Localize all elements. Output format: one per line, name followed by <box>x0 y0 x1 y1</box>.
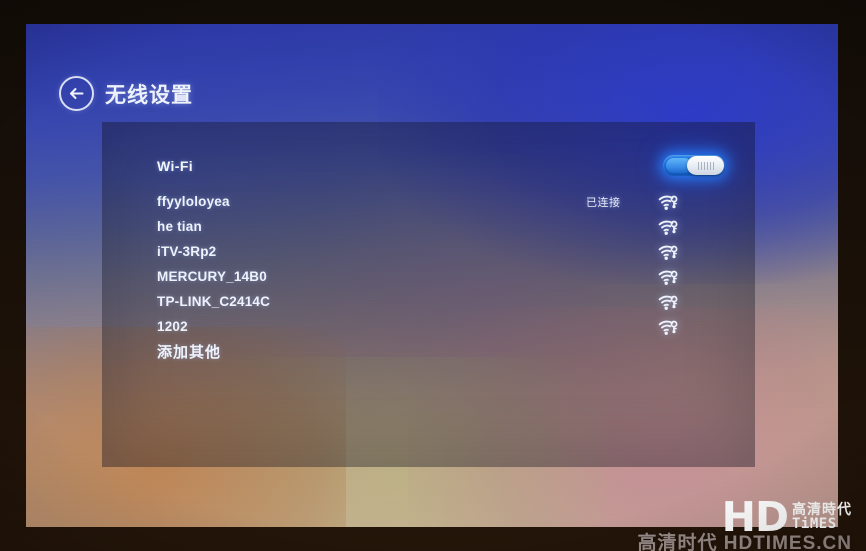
wifi-connection-status: 已连接 <box>586 196 621 209</box>
wifi-network-ssid: 添加其他 <box>157 344 222 361</box>
wifi-network-row[interactable]: he tian <box>157 214 725 239</box>
settings-panel: Wi-Fi ffyyloloyea 已连接 he tian iTV-3Rp2 MERCU… <box>102 122 755 467</box>
watermark-chinese-text: 高清時代 <box>792 500 852 517</box>
wifi-label: Wi-Fi <box>157 157 194 174</box>
wifi-network-row[interactable]: ffyyloloyea 已连接 <box>157 189 725 214</box>
wifi-lock-icon <box>657 243 679 261</box>
knob-grip-line <box>700 161 702 170</box>
wifi-lock-icon <box>657 318 679 336</box>
wifi-lock-icon <box>657 268 679 286</box>
page-header: 无线设置 <box>59 76 193 111</box>
back-arrow-icon <box>68 86 85 101</box>
wifi-network-ssid: he tian <box>157 219 202 234</box>
wifi-network-row[interactable]: iTV-3Rp2 <box>157 239 725 264</box>
wifi-network-row[interactable]: 添加其他 <box>157 339 725 364</box>
wifi-network-ssid: TP-LINK_C2414C <box>157 294 271 309</box>
wifi-header-row: Wi-Fi <box>157 155 725 176</box>
wifi-toggle-switch[interactable] <box>663 155 725 176</box>
wifi-network-ssid: ffyyloloyea <box>157 194 230 209</box>
wifi-lock-icon <box>657 293 679 311</box>
wifi-network-ssid: 1202 <box>157 319 188 334</box>
wifi-network-list: ffyyloloyea 已连接 he tian iTV-3Rp2 MERCURY_14B… <box>157 189 725 364</box>
wifi-lock-icon <box>657 193 679 211</box>
wifi-network-ssid: MERCURY_14B0 <box>157 269 267 284</box>
knob-grip-line <box>706 161 708 170</box>
wifi-network-ssid: iTV-3Rp2 <box>157 244 217 259</box>
watermark-footer-text: 高清时代 HDTIMES.CN <box>637 533 852 551</box>
wifi-lock-icon <box>657 218 679 236</box>
wifi-toggle-knob <box>687 156 724 175</box>
knob-grip-line <box>712 161 714 170</box>
knob-grip-line <box>703 161 705 170</box>
wifi-network-row[interactable]: MERCURY_14B0 <box>157 264 725 289</box>
projector-photo-screenshot: 无线设置 Wi-Fi ffyyloloyea 已连接 he tian iTV-3… <box>0 0 866 551</box>
knob-grip-line <box>697 161 699 170</box>
wifi-network-row[interactable]: TP-LINK_C2414C <box>157 289 725 314</box>
knob-grip-line <box>709 161 711 170</box>
wifi-network-row[interactable]: 1202 <box>157 314 725 339</box>
back-button[interactable] <box>59 76 94 111</box>
projected-screen: 无线设置 Wi-Fi ffyyloloyea 已连接 he tian iTV-3… <box>26 24 838 527</box>
page-title: 无线设置 <box>105 83 193 107</box>
